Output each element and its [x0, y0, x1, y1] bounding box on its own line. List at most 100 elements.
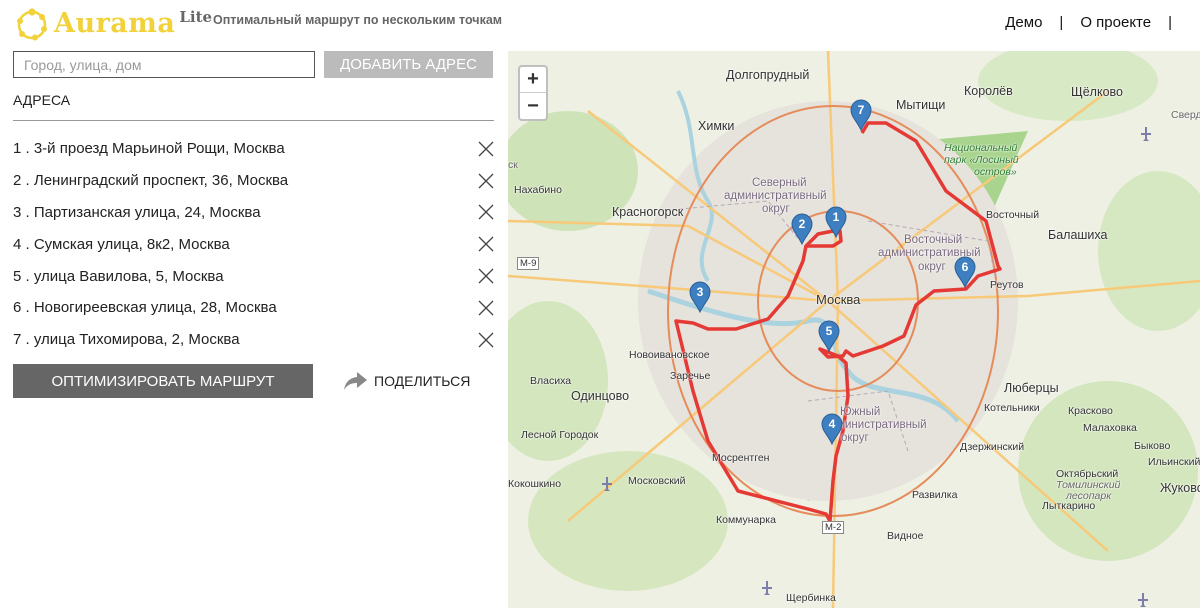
map-marker[interactable]: 1	[825, 206, 847, 238]
address-item: 2 . Ленинградский проспект, 36, Москва	[13, 165, 494, 197]
address-list: 1 . 3-й проезд Марьиной Рощи, Москва 2 .…	[13, 133, 494, 356]
map-label: Власиха	[530, 375, 572, 387]
share-button[interactable]: ПОДЕЛИТЬСЯ	[342, 370, 470, 392]
marker-label: 2	[799, 217, 806, 231]
marker-label: 6	[962, 260, 969, 274]
map-label: парк «Лосиный	[944, 154, 1019, 166]
map-marker[interactable]: 7	[850, 99, 872, 131]
zoom-out-button[interactable]: −	[520, 93, 546, 119]
address-text: 6 . Новогиреевская улица, 28, Москва	[13, 299, 277, 317]
address-text: 1 . 3-й проезд Марьиной Рощи, Москва	[13, 140, 285, 158]
marker-label: 7	[858, 103, 865, 117]
address-item: 1 . 3-й проезд Марьиной Рощи, Москва	[13, 133, 494, 165]
map-label: Химки	[698, 119, 735, 133]
map-label: Москва	[816, 292, 861, 307]
highway-shield: М-2	[822, 521, 845, 534]
map-label: Свердл	[1171, 109, 1200, 121]
address-item: 5 . улица Вавилова, 5, Москва	[13, 260, 494, 292]
map-label: Одинцово	[571, 389, 630, 403]
map-label: Южный	[840, 406, 881, 418]
address-item: 7 . улица Тихомирова, 2, Москва	[13, 324, 494, 356]
marker-label: 3	[697, 285, 704, 299]
address-input[interactable]	[13, 51, 315, 78]
nav-separator: |	[1168, 14, 1172, 31]
close-icon[interactable]	[478, 141, 494, 157]
address-text: 3 . Партизанская улица, 24, Москва	[13, 203, 261, 221]
map-label: Заречье	[670, 370, 711, 382]
map-label: Развилка	[912, 489, 958, 501]
map-label: Балашиха	[1048, 228, 1108, 242]
tagline: Оптимальный маршрут по нескольким точкам	[213, 13, 503, 27]
map-label: Щёлково	[1071, 85, 1123, 99]
map-label: Красково	[1068, 405, 1113, 417]
nav-separator: |	[1059, 14, 1064, 31]
logo[interactable]: Aurama Lite	[14, 6, 212, 42]
close-icon[interactable]	[478, 204, 494, 220]
map-label: Реутов	[990, 279, 1024, 291]
map-marker[interactable]: 2	[791, 213, 813, 245]
map-label: Котельники	[984, 402, 1040, 414]
logo-icon	[17, 8, 47, 41]
map-background	[508, 51, 1200, 608]
map-label: Ильинский	[1148, 456, 1200, 468]
map-label: Дзержинский	[960, 441, 1025, 453]
address-item: 3 . Партизанская улица, 24, Москва	[13, 197, 494, 229]
marker-label: 1	[833, 210, 840, 224]
map-label: Лесной Городок	[521, 429, 599, 441]
close-icon[interactable]	[478, 268, 494, 284]
route-map[interactable]: Долгопрудный Мытищи Королёв Щёлково Свер…	[508, 51, 1200, 608]
map-label: Новоивановское	[629, 349, 710, 361]
map-label: Московский	[628, 475, 686, 487]
address-item: 4 . Сумская улица, 8к2, Москва	[13, 228, 494, 260]
map-marker[interactable]: 4	[821, 413, 843, 445]
map-label: Лыткарино	[1042, 500, 1096, 512]
map-label: Северный	[752, 177, 807, 189]
close-icon[interactable]	[478, 236, 494, 252]
share-arrow-icon	[344, 372, 367, 390]
map-label: Нахабино	[514, 184, 562, 196]
map-marker[interactable]: 3	[689, 281, 711, 313]
add-address-button[interactable]: ДОБАВИТЬ АДРЕС	[324, 51, 493, 78]
map-label: Королёв	[964, 84, 1013, 98]
map-label: Быково	[1134, 440, 1171, 452]
map-label: Красногорск	[612, 205, 684, 219]
address-text: 7 . улица Тихомирова, 2, Москва	[13, 331, 240, 349]
map-label: ск	[508, 159, 518, 171]
top-nav: Демо | О проекте |	[1005, 14, 1172, 31]
share-label: ПОДЕЛИТЬСЯ	[374, 373, 471, 389]
close-icon[interactable]	[478, 173, 494, 189]
addresses-heading: АДРЕСА	[13, 92, 71, 108]
nav-about-link[interactable]: О проекте	[1080, 14, 1151, 31]
map-label: Мытищи	[896, 98, 946, 112]
close-icon[interactable]	[478, 332, 494, 348]
map-label: остров»	[974, 166, 1017, 178]
address-text: 2 . Ленинградский проспект, 36, Москва	[13, 172, 289, 190]
map-label: Долгопрудный	[726, 68, 810, 82]
map-label: округ	[762, 203, 790, 215]
zoom-in-button[interactable]: +	[520, 67, 546, 93]
address-text: 5 . улица Вавилова, 5, Москва	[13, 267, 224, 285]
marker-label: 4	[829, 417, 836, 431]
optimize-route-button[interactable]: ОПТИМИЗИРОВАТЬ МАРШРУТ	[13, 364, 313, 398]
map-label: Жуковс	[1160, 481, 1200, 495]
marker-label: 5	[826, 324, 833, 338]
address-item: 6 . Новогиреевская улица, 28, Москва	[13, 292, 494, 324]
map-label: Восточный	[904, 234, 963, 246]
map-label: Люберцы	[1004, 381, 1059, 395]
map-label: Восточный	[986, 209, 1040, 221]
address-text: 4 . Сумская улица, 8к2, Москва	[13, 235, 230, 253]
map-label: Национальный	[944, 142, 1018, 154]
divider	[13, 120, 494, 121]
logo-suffix: Lite	[179, 8, 213, 26]
map-label: Щербинка	[786, 592, 836, 604]
map-label: округ	[918, 261, 946, 273]
close-icon[interactable]	[478, 300, 494, 316]
map-marker[interactable]: 5	[818, 320, 840, 352]
map-label: округ	[841, 432, 869, 444]
map-label: Кокошкино	[508, 478, 562, 490]
nav-demo-link[interactable]: Демо	[1005, 14, 1042, 31]
map-marker[interactable]: 6	[954, 256, 976, 288]
map-label: Малаховка	[1083, 422, 1137, 434]
map-label: Видное	[887, 530, 924, 542]
highway-shield: М-9	[517, 257, 540, 270]
